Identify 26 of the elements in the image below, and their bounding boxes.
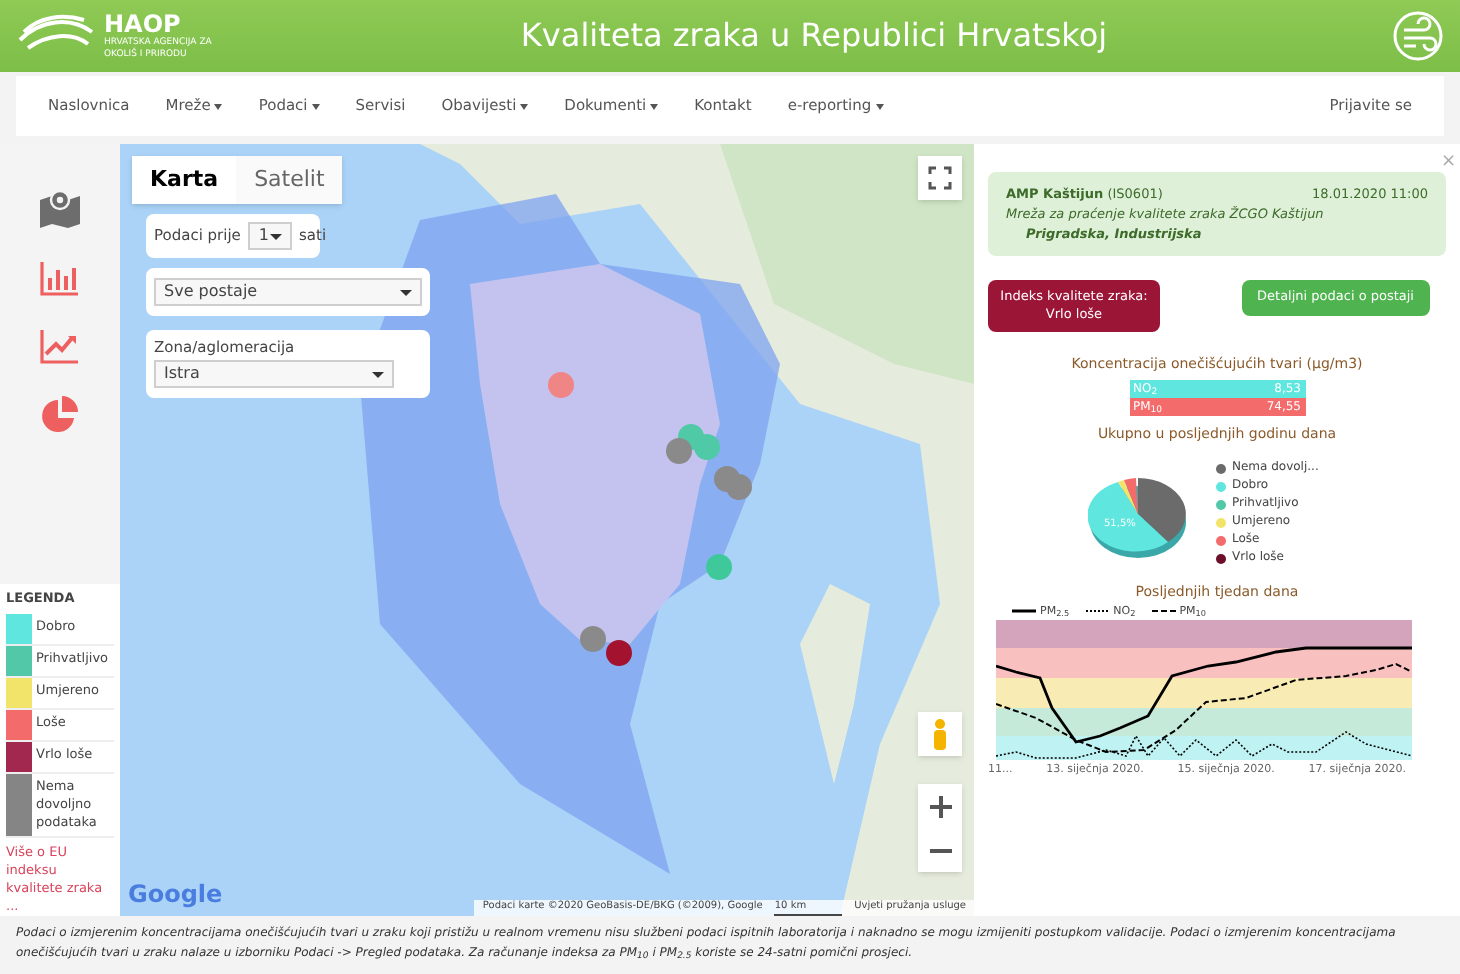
line-style-icon [1012, 608, 1036, 615]
caret-icon [269, 233, 282, 239]
map-icon[interactable] [38, 188, 82, 228]
hours-select[interactable]: 1 [248, 222, 292, 250]
station-select[interactable]: Sve postaje [154, 278, 422, 306]
line-chart-icon[interactable] [40, 328, 80, 364]
bar-chart-icon[interactable] [40, 260, 80, 296]
pie-chart-icon[interactable] [40, 396, 80, 436]
fullscreen-button[interactable] [918, 156, 962, 200]
page-title: Kvaliteta zraka u Republici Hrvatskoj [518, 14, 1110, 58]
line-style-icon [1151, 608, 1176, 615]
station-marker[interactable] [706, 554, 732, 580]
wind-logo-icon[interactable] [1392, 10, 1444, 62]
line-style-icon [1085, 608, 1110, 615]
caret-icon [400, 289, 412, 295]
minus-icon [929, 847, 951, 853]
map-logo: Google [128, 878, 223, 912]
plus-icon [929, 795, 951, 817]
map-type-tab[interactable]: Satelit [236, 156, 343, 204]
person-icon [930, 718, 950, 750]
fullscreen-icon [928, 166, 952, 190]
map-type-tab[interactable]: Karta [132, 156, 237, 204]
brand-name: HAOP [104, 11, 183, 35]
caret-icon [372, 371, 384, 378]
street-view-button[interactable] [918, 712, 962, 756]
zone-select[interactable]: Istra [154, 360, 394, 389]
